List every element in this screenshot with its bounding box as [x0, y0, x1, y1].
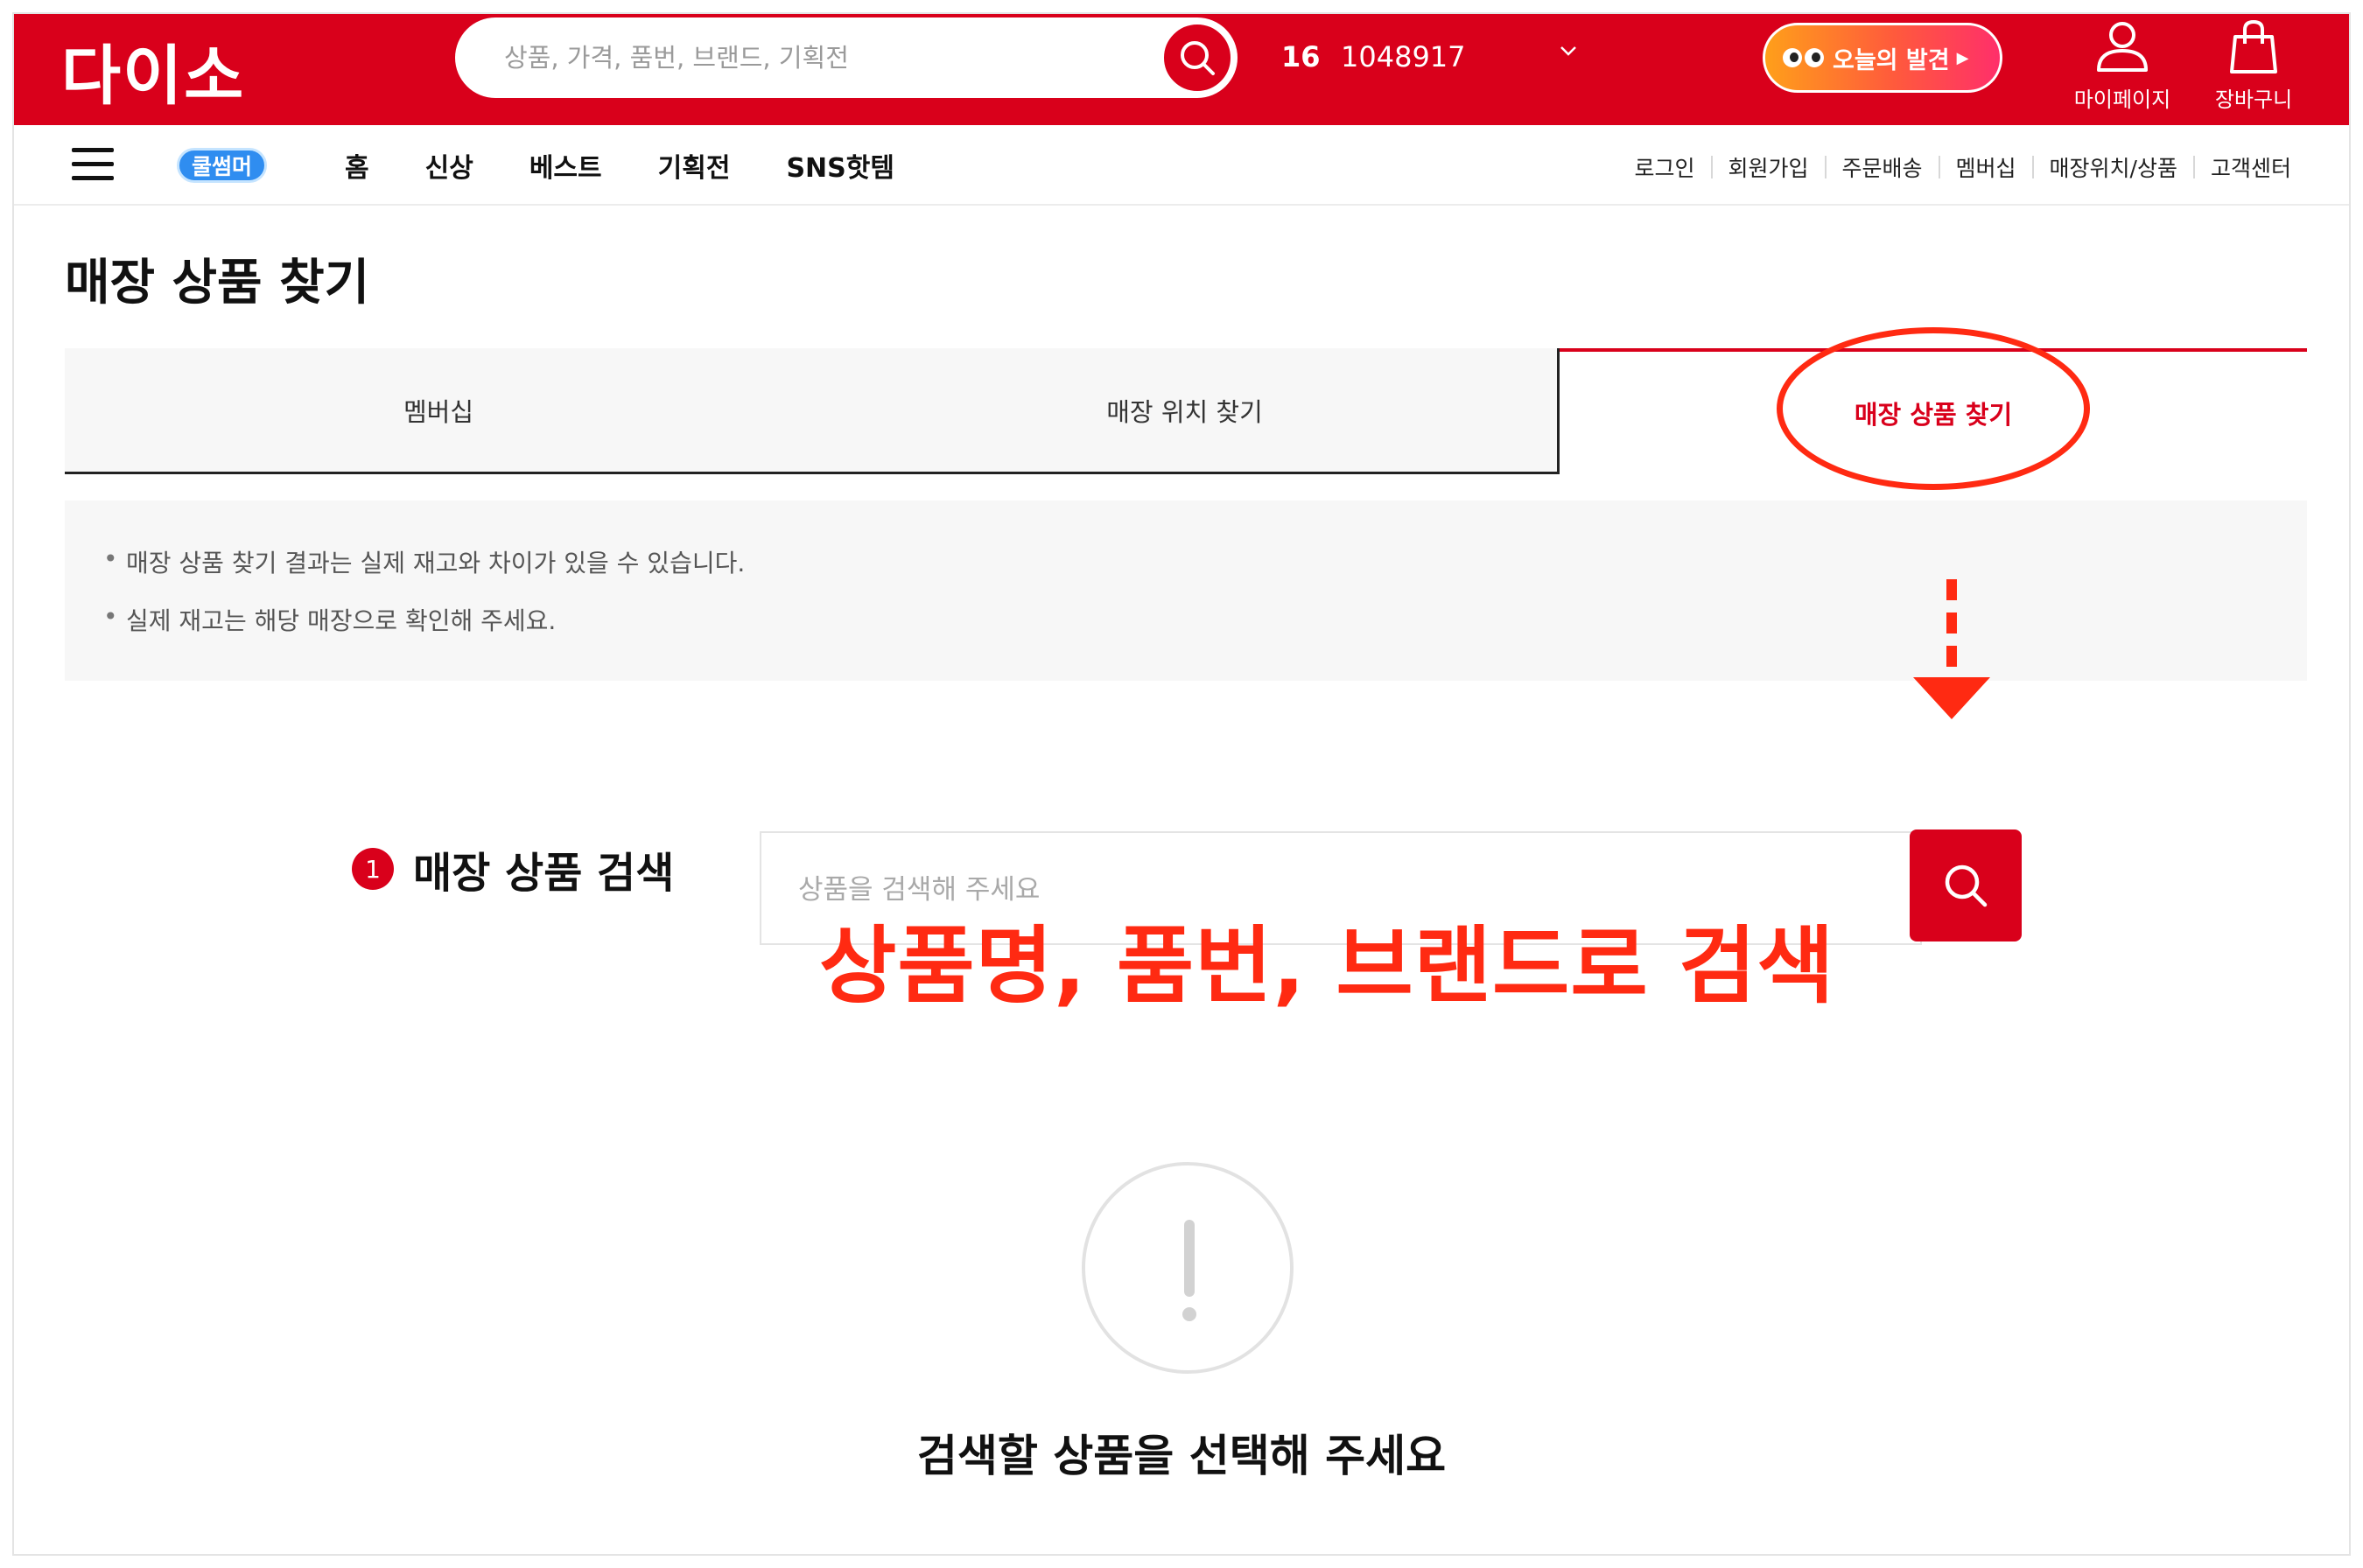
util-divider	[2192, 156, 2195, 178]
page-title: 매장 상품 찾기	[65, 255, 370, 312]
navigation-bar: 쿨썸머 홈 신상 베스트 기획전 SNS핫템 로그인 회원가입 주문배송 멤버십…	[14, 125, 2349, 206]
global-search-input[interactable]	[504, 35, 1117, 80]
util-orders[interactable]: 주문배송	[1842, 151, 1923, 183]
product-search-button[interactable]	[1910, 830, 2022, 942]
mypage-label: 마이페이지	[2073, 88, 2171, 112]
tab-store-location[interactable]: 매장 위치 찾기	[812, 348, 1560, 474]
search-icon	[1945, 864, 1988, 907]
global-search-box	[455, 18, 1238, 98]
product-search-input[interactable]	[798, 868, 1848, 912]
step-number-badge: 1	[352, 848, 394, 890]
util-membership[interactable]: 멤버십	[1956, 151, 2016, 183]
chevron-down-icon	[1560, 46, 1576, 56]
product-search-heading: 매장 상품 검색	[413, 849, 675, 898]
tab-bar: 멤버십 매장 위치 찾기 매장 상품 찾기	[65, 348, 2307, 474]
eyes-icon	[1783, 48, 1824, 67]
product-search-box	[760, 831, 1922, 945]
global-search-button[interactable]	[1160, 21, 1234, 94]
browser-frame: 다이소 16 1048917 오늘의 발견 ▶	[12, 12, 2351, 1556]
shopping-bag-icon	[2230, 19, 2277, 74]
empty-state-message: 검색할 상품을 선택해 주세요	[916, 1431, 1447, 1481]
header-info-dropdown[interactable]	[1558, 44, 1579, 61]
notice-box: 매장 상품 찾기 결과는 실제 재고와 차이가 있을 수 있습니다. 실제 재고…	[65, 500, 2307, 681]
util-customer-center[interactable]: 고객센터	[2211, 151, 2291, 183]
util-store-location[interactable]: 매장위치/상품	[2050, 151, 2177, 183]
hamburger-menu-icon[interactable]	[72, 148, 114, 183]
exclamation-icon	[1082, 1162, 1294, 1374]
nav-best[interactable]: 베스트	[529, 146, 602, 185]
util-signup[interactable]: 회원가입	[1728, 151, 1809, 183]
play-triangle-icon: ▶	[1956, 48, 1969, 67]
util-login[interactable]: 로그인	[1634, 151, 1694, 183]
util-divider	[1938, 156, 1940, 178]
notice-item: 실제 재고는 해당 매장으로 확인해 주세요.	[103, 602, 2307, 637]
cart-label: 장바구니	[2214, 88, 2293, 112]
cool-summer-badge[interactable]: 쿨썸머	[177, 148, 268, 183]
daiso-logo[interactable]: 다이소	[61, 26, 245, 114]
tab-store-product-search[interactable]: 매장 상품 찾기	[1560, 348, 2307, 474]
nav-home[interactable]: 홈	[345, 146, 369, 185]
cart-button[interactable]: 장바구니	[2193, 18, 2314, 113]
notice-item: 매장 상품 찾기 결과는 실제 재고와 차이가 있을 수 있습니다.	[103, 544, 2307, 579]
search-icon	[1181, 41, 1215, 75]
main-nav: 홈 신상 베스트 기획전 SNS핫템	[345, 146, 950, 185]
header-info-value: 1048917	[1341, 40, 1466, 74]
product-search-label: 1 매장 상품 검색	[352, 838, 674, 900]
top-header: 다이소 16 1048917 오늘의 발견 ▶	[14, 14, 2349, 125]
utility-nav: 로그인 회원가입 주문배송 멤버십 매장위치/상품 고객센터	[1634, 151, 2291, 183]
nav-sns-hot[interactable]: SNS핫템	[786, 146, 894, 185]
user-icon	[2097, 22, 2148, 72]
util-divider	[2031, 156, 2034, 178]
mypage-button[interactable]: 마이페이지	[2062, 18, 2183, 113]
util-divider	[1824, 156, 1827, 178]
header-info-count: 16	[1281, 40, 1321, 74]
nav-new[interactable]: 신상	[425, 146, 473, 185]
nav-promotions[interactable]: 기획전	[658, 146, 731, 185]
today-discovery-button[interactable]: 오늘의 발견 ▶	[1763, 23, 2002, 93]
util-divider	[1710, 156, 1713, 178]
tab-membership[interactable]: 멤버십	[65, 348, 812, 474]
today-discovery-label: 오늘의 발견	[1833, 46, 1950, 74]
